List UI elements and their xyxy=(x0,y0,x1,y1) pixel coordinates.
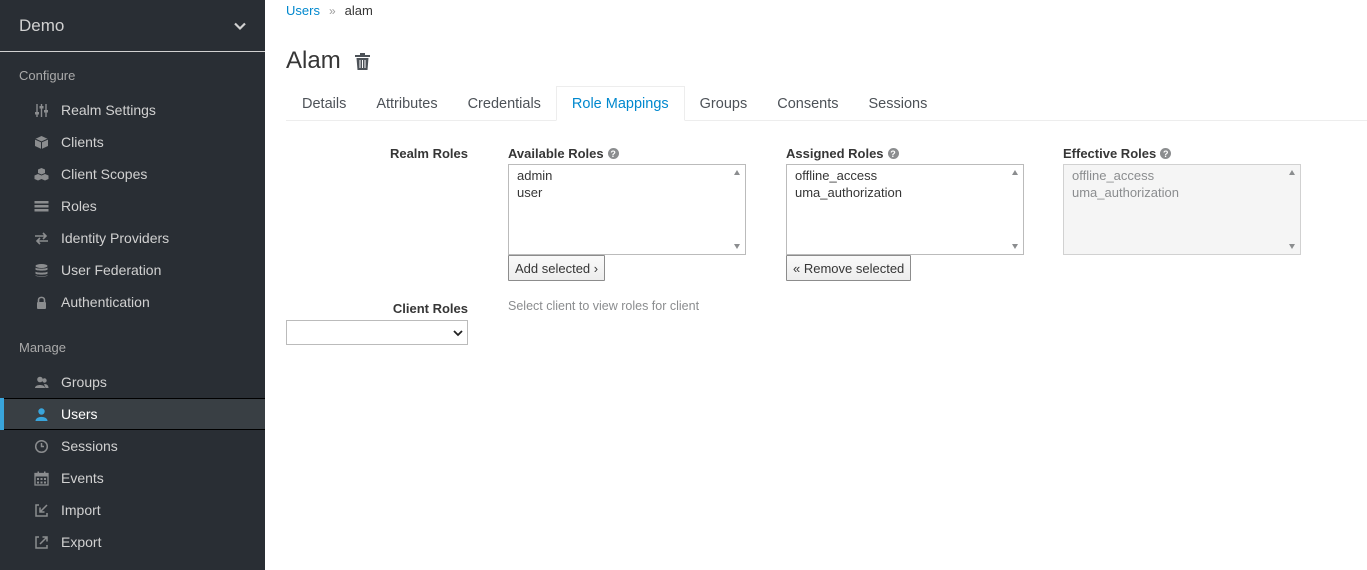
exchange-icon xyxy=(34,231,49,246)
sidebar-item-label: Groups xyxy=(61,374,107,390)
tab-attributes[interactable]: Attributes xyxy=(361,86,452,121)
assigned-roles-list[interactable]: offline_access uma_authorization xyxy=(786,164,1024,255)
list-item: offline_access xyxy=(1072,168,1155,183)
main-content: Users » alam Alam Details Attributes Cre… xyxy=(286,0,1367,570)
scroll-down-icon[interactable] xyxy=(1012,244,1018,249)
scroll-down-icon[interactable] xyxy=(734,244,740,249)
realm-roles-label: Realm Roles xyxy=(389,146,468,161)
available-roles-heading: Available Roles ? xyxy=(508,146,619,161)
sliders-icon xyxy=(34,103,49,118)
breadcrumb: Users » alam xyxy=(286,3,373,18)
sidebar-item-label: Export xyxy=(61,534,102,550)
sidebar-item-label: Client Scopes xyxy=(61,166,148,182)
breadcrumb-users-link[interactable]: Users xyxy=(286,3,320,18)
remove-selected-button[interactable]: « Remove selected xyxy=(786,255,912,281)
sidebar-item-sessions[interactable]: Sessions xyxy=(0,430,265,462)
sidebar-item-export[interactable]: Export xyxy=(0,526,265,558)
manage-section-title: Manage xyxy=(19,340,66,355)
assigned-roles-heading: Assigned Roles ? xyxy=(786,146,899,161)
effective-roles-list: offline_access uma_authorization xyxy=(1063,164,1301,255)
scrollbar xyxy=(1285,165,1300,254)
realm-name: Demo xyxy=(19,15,65,35)
assigned-roles-label: Assigned Roles xyxy=(786,146,884,161)
page-title-row: Alam xyxy=(286,47,370,75)
sidebar-item-label: User Federation xyxy=(61,262,162,278)
import-icon xyxy=(34,503,49,518)
sidebar-item-label: Authentication xyxy=(61,294,150,310)
lock-icon xyxy=(34,295,49,310)
tab-credentials[interactable]: Credentials xyxy=(453,86,556,121)
tab-role-mappings[interactable]: Role Mappings xyxy=(555,86,685,121)
sidebar-item-authentication[interactable]: Authentication xyxy=(0,286,265,318)
help-icon[interactable]: ? xyxy=(1160,148,1172,159)
effective-roles-label: Effective Roles xyxy=(1063,146,1157,161)
client-roles-hint: Select client to view roles for client xyxy=(508,299,700,313)
sidebar-item-label: Roles xyxy=(61,198,97,214)
sidebar-item-identity-providers[interactable]: Identity Providers xyxy=(0,222,265,254)
sidebar-item-label: Sessions xyxy=(61,438,118,454)
sidebar: Demo Configure Realm Settings Clients Cl… xyxy=(0,0,265,570)
client-roles-label: Client Roles xyxy=(392,301,468,316)
user-icon xyxy=(34,407,49,422)
sidebar-item-events[interactable]: Events xyxy=(0,462,265,494)
cubes-icon xyxy=(34,167,49,182)
sidebar-item-label: Realm Settings xyxy=(61,102,156,118)
sidebar-item-groups[interactable]: Groups xyxy=(0,366,265,398)
help-icon[interactable]: ? xyxy=(887,148,899,159)
scroll-down-icon xyxy=(1289,244,1295,249)
available-roles-label: Available Roles xyxy=(508,146,604,161)
page-title: Alam xyxy=(286,47,341,74)
sidebar-item-user-federation[interactable]: User Federation xyxy=(0,254,265,286)
tab-bar: Details Attributes Credentials Role Mapp… xyxy=(286,86,1367,121)
scroll-up-icon[interactable] xyxy=(734,170,740,175)
breadcrumb-current: alam xyxy=(344,3,373,18)
sidebar-item-label: Identity Providers xyxy=(61,230,170,246)
list-item[interactable]: admin xyxy=(517,167,745,184)
scroll-up-icon[interactable] xyxy=(1012,170,1018,175)
sidebar-item-users[interactable]: Users xyxy=(0,398,265,430)
sidebar-item-label: Events xyxy=(61,470,104,486)
clock-icon xyxy=(34,439,49,454)
chevron-down-icon xyxy=(453,330,463,337)
list-item: uma_authorization xyxy=(1072,185,1179,200)
trash-icon[interactable] xyxy=(354,52,370,70)
list-item[interactable]: uma_authorization xyxy=(795,184,1023,201)
available-roles-list[interactable]: admin user xyxy=(508,164,746,255)
cube-icon xyxy=(34,135,49,150)
calendar-icon xyxy=(34,471,49,486)
sidebar-item-import[interactable]: Import xyxy=(0,494,265,526)
sidebar-item-clients[interactable]: Clients xyxy=(0,126,265,158)
effective-roles-heading: Effective Roles ? xyxy=(1063,146,1172,161)
scrollbar[interactable] xyxy=(730,165,745,254)
realm-selector[interactable]: Demo xyxy=(0,0,265,52)
sidebar-item-label: Users xyxy=(61,406,98,422)
add-selected-button[interactable]: Add selected › xyxy=(508,255,606,281)
client-select[interactable] xyxy=(286,320,468,345)
help-icon[interactable]: ? xyxy=(607,148,619,159)
tab-sessions[interactable]: Sessions xyxy=(853,86,942,121)
breadcrumb-separator: » xyxy=(328,3,336,18)
tab-consents[interactable]: Consents xyxy=(762,86,853,121)
sidebar-item-label: Import xyxy=(61,502,101,518)
list-icon xyxy=(34,199,49,214)
scroll-up-icon xyxy=(1289,170,1295,175)
list-item[interactable]: offline_access xyxy=(795,167,1023,184)
configure-section-title: Configure xyxy=(19,68,76,83)
tab-groups[interactable]: Groups xyxy=(685,86,763,121)
scrollbar[interactable] xyxy=(1008,165,1023,254)
database-icon xyxy=(34,263,49,278)
sidebar-item-realm-settings[interactable]: Realm Settings xyxy=(0,94,265,126)
sidebar-item-client-scopes[interactable]: Client Scopes xyxy=(0,158,265,190)
sidebar-item-roles[interactable]: Roles xyxy=(0,190,265,222)
sidebar-item-label: Clients xyxy=(61,134,104,150)
users-icon xyxy=(34,375,49,390)
list-item[interactable]: user xyxy=(517,184,745,201)
export-icon xyxy=(34,535,49,550)
tab-details[interactable]: Details xyxy=(286,86,361,121)
chevron-down-icon xyxy=(234,22,246,30)
